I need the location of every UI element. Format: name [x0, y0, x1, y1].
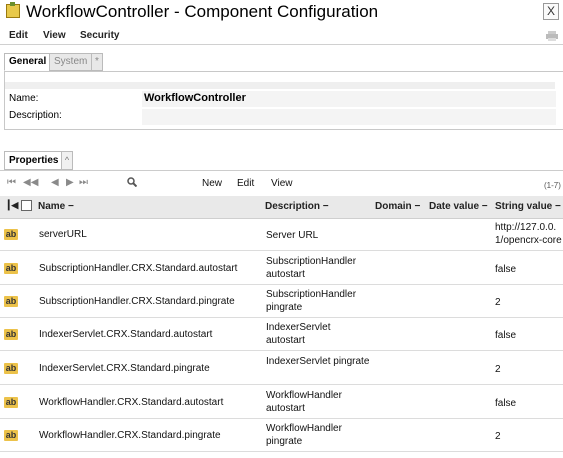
- edit-button[interactable]: Edit: [237, 178, 254, 189]
- property-name[interactable]: WorkflowHandler.CRX.Standard.pingrate: [39, 430, 221, 441]
- property-name[interactable]: IndexerServlet.CRX.Standard.pingrate: [39, 363, 210, 374]
- prev-page-icon[interactable]: ◀◀: [23, 177, 38, 188]
- row-count: (1-7): [544, 181, 561, 190]
- tab-more[interactable]: *: [91, 53, 103, 71]
- property-description: WorkflowHandler autostart: [266, 390, 342, 414]
- menu-security[interactable]: Security: [80, 30, 119, 41]
- name-label: Name:: [9, 93, 39, 104]
- menu-view[interactable]: View: [43, 30, 66, 41]
- menu-edit[interactable]: Edit: [9, 30, 28, 41]
- description-label: Description:: [9, 110, 62, 121]
- component-icon: [6, 2, 20, 18]
- table-row[interactable]: ab SubscriptionHandler.CRX.Standard.autos…: [0, 252, 563, 285]
- property-name[interactable]: serverURL: [39, 229, 87, 240]
- column-description[interactable]: Description −: [265, 201, 329, 212]
- tab-system[interactable]: System: [49, 53, 93, 71]
- grid-toolbar: ⏮ ◀◀ ◀ ▶ ⏭ New Edit View (1-7): [0, 170, 563, 195]
- table-row[interactable]: ab serverURL Server URL http://127.0.0.1/op…: [0, 218, 563, 251]
- window-title: WorkflowController - Component Configura…: [26, 2, 379, 21]
- property-description: IndexerServlet autostart: [266, 322, 331, 346]
- property-description: SubscriptionHandler pingrate: [266, 289, 357, 313]
- property-name[interactable]: WorkflowHandler.CRX.Standard.autostart: [39, 397, 223, 408]
- string-type-icon: ab: [4, 329, 18, 340]
- string-type-icon: ab: [4, 229, 18, 240]
- print-icon[interactable]: [546, 31, 558, 41]
- string-type-icon: ab: [4, 363, 18, 374]
- name-value: WorkflowController: [144, 92, 246, 104]
- property-name[interactable]: SubscriptionHandler.CRX.Standard.autosta…: [39, 263, 237, 274]
- view-button[interactable]: View: [271, 178, 293, 189]
- property-name[interactable]: SubscriptionHandler.CRX.Standard.pingrat…: [39, 296, 235, 307]
- column-string-value[interactable]: String value −: [495, 201, 561, 212]
- table-header: ┃◀ Name − Description − Domain − Date va…: [0, 196, 563, 219]
- property-string-value: http://127.0.0.1/opencrx-core: [495, 222, 562, 246]
- new-button[interactable]: New: [202, 178, 222, 189]
- menu-bar: Edit View Security: [0, 27, 563, 45]
- string-type-icon: ab: [4, 296, 18, 307]
- property-name[interactable]: IndexerServlet.CRX.Standard.autostart: [39, 329, 212, 340]
- property-description: SubscriptionHandler autostart: [266, 256, 357, 280]
- description-field: [142, 109, 556, 125]
- tab-properties-collapse[interactable]: ^: [61, 151, 73, 170]
- tab-general[interactable]: General: [4, 53, 52, 71]
- table-row[interactable]: ab IndexerServlet.CRX.Standard.pingrate In…: [0, 352, 563, 385]
- property-description: Server URL: [266, 230, 319, 241]
- table-row[interactable]: ab IndexerServlet.CRX.Standard.autostart I…: [0, 318, 563, 351]
- prev-icon[interactable]: ◀: [51, 177, 59, 188]
- search-icon[interactable]: [127, 177, 137, 187]
- first-page-icon[interactable]: ⏮: [7, 177, 16, 188]
- panel-strip: [5, 82, 555, 89]
- last-page-icon[interactable]: ⏭: [79, 177, 88, 188]
- column-domain[interactable]: Domain −: [375, 201, 420, 212]
- next-icon[interactable]: ▶: [66, 177, 74, 188]
- property-string-value: 2: [495, 431, 501, 442]
- string-type-icon: ab: [4, 263, 18, 274]
- string-type-icon: ab: [4, 430, 18, 441]
- string-type-icon: ab: [4, 397, 18, 408]
- select-all-checkbox[interactable]: [21, 200, 32, 211]
- table-row[interactable]: ab WorkflowHandler.CRX.Standard.autostart…: [0, 386, 563, 419]
- table-row[interactable]: ab SubscriptionHandler.CRX.Standard.pingr…: [0, 285, 563, 318]
- title-bar: WorkflowController - Component Configura…: [0, 0, 563, 26]
- tab-properties[interactable]: Properties: [4, 151, 64, 170]
- column-chooser-icon[interactable]: ┃◀: [6, 200, 18, 211]
- table-row[interactable]: ab WorkflowHandler.CRX.Standard.pingrate W…: [0, 419, 563, 452]
- close-button[interactable]: X: [543, 3, 559, 20]
- property-description: IndexerServlet pingrate: [266, 356, 370, 367]
- property-description: WorkflowHandler pingrate: [266, 423, 342, 447]
- column-date-value[interactable]: Date value −: [429, 201, 488, 212]
- column-name[interactable]: Name −: [38, 201, 74, 212]
